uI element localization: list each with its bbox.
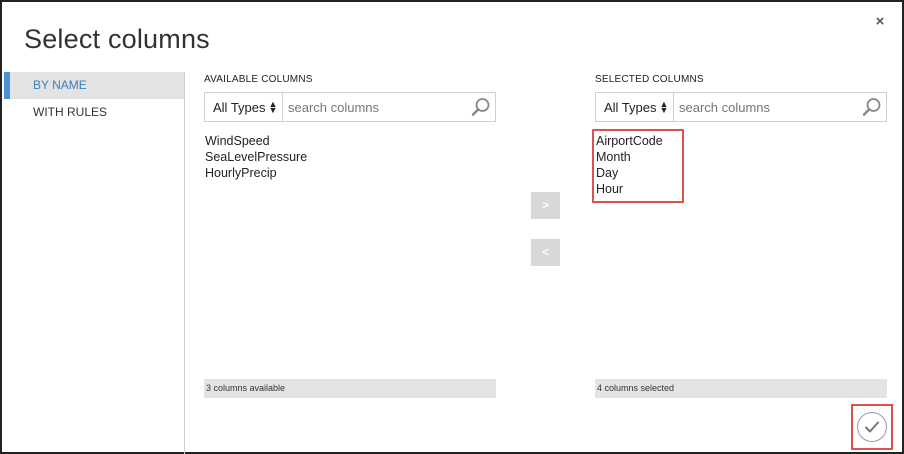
list-item[interactable]: Day [595, 165, 887, 181]
sidebar: BY NAME WITH RULES [4, 72, 185, 454]
updown-arrows-icon: ▲ ▼ [268, 99, 278, 115]
list-item[interactable]: Hour [595, 181, 887, 197]
selected-columns-panel: SELECTED COLUMNS All Types ▲▼ AirportCod… [595, 72, 887, 402]
available-columns-list: WindSpeed SeaLevelPressure HourlyPrecip [204, 133, 496, 181]
available-type-select[interactable]: All Types ▲ ▼ [205, 93, 283, 121]
selected-type-select-label: All Types [604, 99, 657, 115]
available-status-bar: 3 columns available [204, 379, 496, 398]
list-item[interactable]: HourlyPrecip [204, 165, 496, 181]
sidebar-item-by-name[interactable]: BY NAME [4, 72, 184, 99]
dialog-title: Select columns [24, 24, 210, 54]
list-item[interactable]: WindSpeed [204, 133, 496, 149]
available-columns-panel: AVAILABLE COLUMNS All Types ▲▼ WindSpeed… [204, 72, 496, 402]
search-icon[interactable] [860, 93, 884, 121]
updown-arrows-icon: ▲ ▼ [659, 99, 669, 115]
ok-button[interactable] [857, 412, 887, 442]
available-search-input[interactable] [283, 93, 469, 121]
list-item[interactable]: Month [595, 149, 887, 165]
ok-button-highlight [851, 404, 893, 450]
add-column-button[interactable]: > [531, 192, 560, 219]
selected-type-select[interactable]: All Types ▲ ▼ [596, 93, 674, 121]
selected-status-bar: 4 columns selected [595, 379, 887, 398]
available-search-box [283, 93, 495, 121]
selected-search-box [674, 93, 886, 121]
select-columns-dialog: Select columns × BY NAME WITH RULES AVAI… [0, 0, 904, 454]
available-type-select-label: All Types [213, 99, 266, 115]
selected-filter-row: All Types ▲ ▼ [595, 92, 887, 122]
close-button[interactable]: × [872, 14, 888, 30]
available-columns-header: AVAILABLE COLUMNS [204, 74, 313, 85]
remove-column-button[interactable]: < [531, 239, 560, 266]
selected-columns-list: AirportCode Month Day Hour [595, 133, 887, 197]
checkmark-icon [865, 421, 879, 433]
selected-columns-header: SELECTED COLUMNS [595, 74, 704, 85]
sidebar-item-with-rules[interactable]: WITH RULES [4, 99, 184, 126]
selected-search-input[interactable] [674, 93, 860, 121]
list-item[interactable]: SeaLevelPressure [204, 149, 496, 165]
list-item[interactable]: AirportCode [595, 133, 887, 149]
available-filter-row: All Types ▲ ▼ [204, 92, 496, 122]
search-icon[interactable] [469, 93, 493, 121]
